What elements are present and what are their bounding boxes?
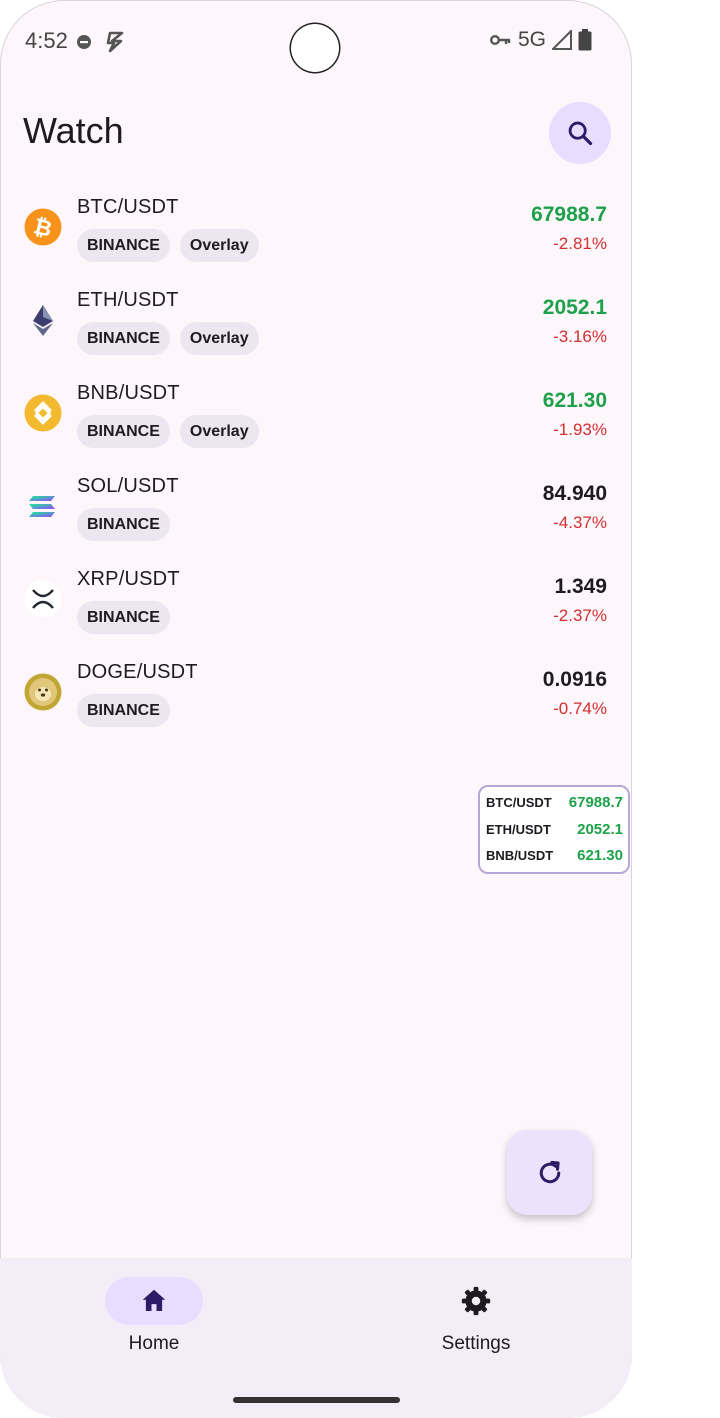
price: 0.0916 bbox=[542, 668, 607, 691]
signal-icon bbox=[552, 30, 572, 50]
status-bar: 4:52 5G bbox=[0, 0, 632, 84]
exchange-chip[interactable]: BINANCE bbox=[77, 415, 170, 448]
price: 84.940 bbox=[542, 482, 607, 505]
settings-icon bbox=[461, 1286, 491, 1316]
status-left-icons bbox=[76, 30, 126, 54]
watch-row-doge[interactable]: DOGE/USDT BINANCE 0.0916 -0.74% bbox=[0, 645, 632, 738]
change-percent: -3.16% bbox=[553, 327, 607, 346]
page-title: Watch bbox=[23, 110, 124, 151]
change-percent: -4.37% bbox=[553, 513, 607, 532]
exchange-chip[interactable]: BINANCE bbox=[77, 694, 170, 727]
change-percent: -0.74% bbox=[553, 699, 607, 718]
search-icon bbox=[568, 121, 593, 146]
nav-item-home[interactable]: Home bbox=[54, 1258, 254, 1355]
overlay-chip[interactable]: Overlay bbox=[179, 322, 259, 355]
price: 621.30 bbox=[542, 389, 607, 412]
price: 1.349 bbox=[554, 575, 607, 598]
watch-list: ₿ BTC/USDT BINANCE Overlay 67988.7 -2.81… bbox=[0, 180, 632, 738]
pair-name: DOGE/USDT bbox=[77, 661, 198, 683]
do-not-disturb-icon bbox=[77, 35, 91, 49]
overlay-row: BTC/USDT 67988.7 bbox=[486, 794, 623, 821]
overlay-price: 2052.1 bbox=[577, 820, 623, 838]
change-percent: -1.93% bbox=[553, 420, 607, 439]
bnb-icon bbox=[24, 394, 62, 432]
nav-item-settings[interactable]: Settings bbox=[376, 1258, 576, 1355]
chip-group: BINANCE Overlay bbox=[77, 322, 259, 355]
pair-name: XRP/USDT bbox=[77, 568, 180, 590]
overlay-price: 621.30 bbox=[577, 847, 623, 864]
chip-group: BINANCE Overlay bbox=[77, 415, 259, 448]
overlay-chip[interactable]: Overlay bbox=[179, 229, 259, 262]
dogecoin-icon bbox=[24, 673, 62, 711]
nav-indicator bbox=[427, 1277, 525, 1325]
bolt-icon bbox=[106, 31, 124, 53]
exchange-chip[interactable]: BINANCE bbox=[77, 322, 170, 355]
chip-group: BINANCE Overlay bbox=[77, 229, 259, 262]
pair-name: BTC/USDT bbox=[77, 196, 179, 218]
home-gesture-bar[interactable] bbox=[233, 1397, 400, 1403]
refresh-icon bbox=[539, 1160, 560, 1183]
solana-icon bbox=[29, 496, 55, 517]
watch-row-eth[interactable]: ETH/USDT BINANCE Overlay 2052.1 -3.16% bbox=[0, 273, 632, 366]
phone-screen: 4:52 5G Watch ₿ BTC/USDT BINANCE Overlay… bbox=[0, 0, 632, 1418]
exchange-chip[interactable]: BINANCE bbox=[77, 508, 170, 541]
refresh-button[interactable] bbox=[507, 1130, 592, 1215]
network-type: 5G bbox=[517, 28, 546, 51]
status-time: 4:52 bbox=[25, 28, 68, 53]
battery-icon bbox=[578, 29, 592, 51]
pair-name: BNB/USDT bbox=[77, 382, 180, 404]
overlay-price: 67988.7 bbox=[568, 794, 623, 811]
nav-label-home: Home bbox=[128, 1333, 180, 1354]
overlay-row: BNB/USDT 621.30 bbox=[486, 847, 623, 874]
vpn-key-icon bbox=[489, 35, 511, 45]
nav-indicator bbox=[105, 1277, 203, 1325]
overlay-chip[interactable]: Overlay bbox=[179, 415, 259, 448]
change-percent: -2.37% bbox=[553, 606, 607, 625]
watch-row-sol[interactable]: SOL/USDT BINANCE 84.940 -4.37% bbox=[0, 459, 632, 552]
watch-row-xrp[interactable]: XRP/USDT BINANCE 1.349 -2.37% bbox=[0, 552, 632, 645]
nav-label-settings: Settings bbox=[441, 1333, 511, 1354]
price: 67988.7 bbox=[531, 203, 607, 226]
change-percent: -2.81% bbox=[553, 234, 607, 253]
price-overlay-widget[interactable]: BTC/USDT 67988.7 ETH/USDT 2052.1 BNB/USD… bbox=[478, 785, 630, 874]
overlay-pair: BNB/USDT bbox=[486, 848, 554, 863]
pair-name: SOL/USDT bbox=[77, 475, 179, 497]
bottom-navigation: Home Settings bbox=[0, 1258, 632, 1418]
pair-name: ETH/USDT bbox=[77, 289, 179, 311]
chip-group: BINANCE bbox=[77, 508, 170, 541]
price: 2052.1 bbox=[542, 296, 607, 319]
bitcoin-icon: ₿ bbox=[24, 208, 62, 246]
watch-row-btc[interactable]: ₿ BTC/USDT BINANCE Overlay 67988.7 -2.81… bbox=[0, 180, 632, 273]
home-icon bbox=[142, 1289, 166, 1311]
exchange-chip[interactable]: BINANCE bbox=[77, 229, 170, 262]
watch-row-bnb[interactable]: BNB/USDT BINANCE Overlay 621.30 -1.93% bbox=[0, 366, 632, 459]
exchange-chip[interactable]: BINANCE bbox=[77, 601, 170, 634]
chip-group: BINANCE bbox=[77, 694, 170, 727]
overlay-pair: ETH/USDT bbox=[486, 821, 551, 837]
chip-group: BINANCE bbox=[77, 601, 170, 634]
status-right-icons: 5G bbox=[489, 28, 592, 52]
xrp-icon bbox=[24, 580, 62, 618]
overlay-row: ETH/USDT 2052.1 bbox=[486, 821, 623, 848]
overlay-pair: BTC/USDT bbox=[486, 795, 552, 810]
front-camera bbox=[291, 24, 339, 72]
ethereum-icon bbox=[33, 305, 53, 336]
search-button[interactable] bbox=[549, 102, 611, 164]
